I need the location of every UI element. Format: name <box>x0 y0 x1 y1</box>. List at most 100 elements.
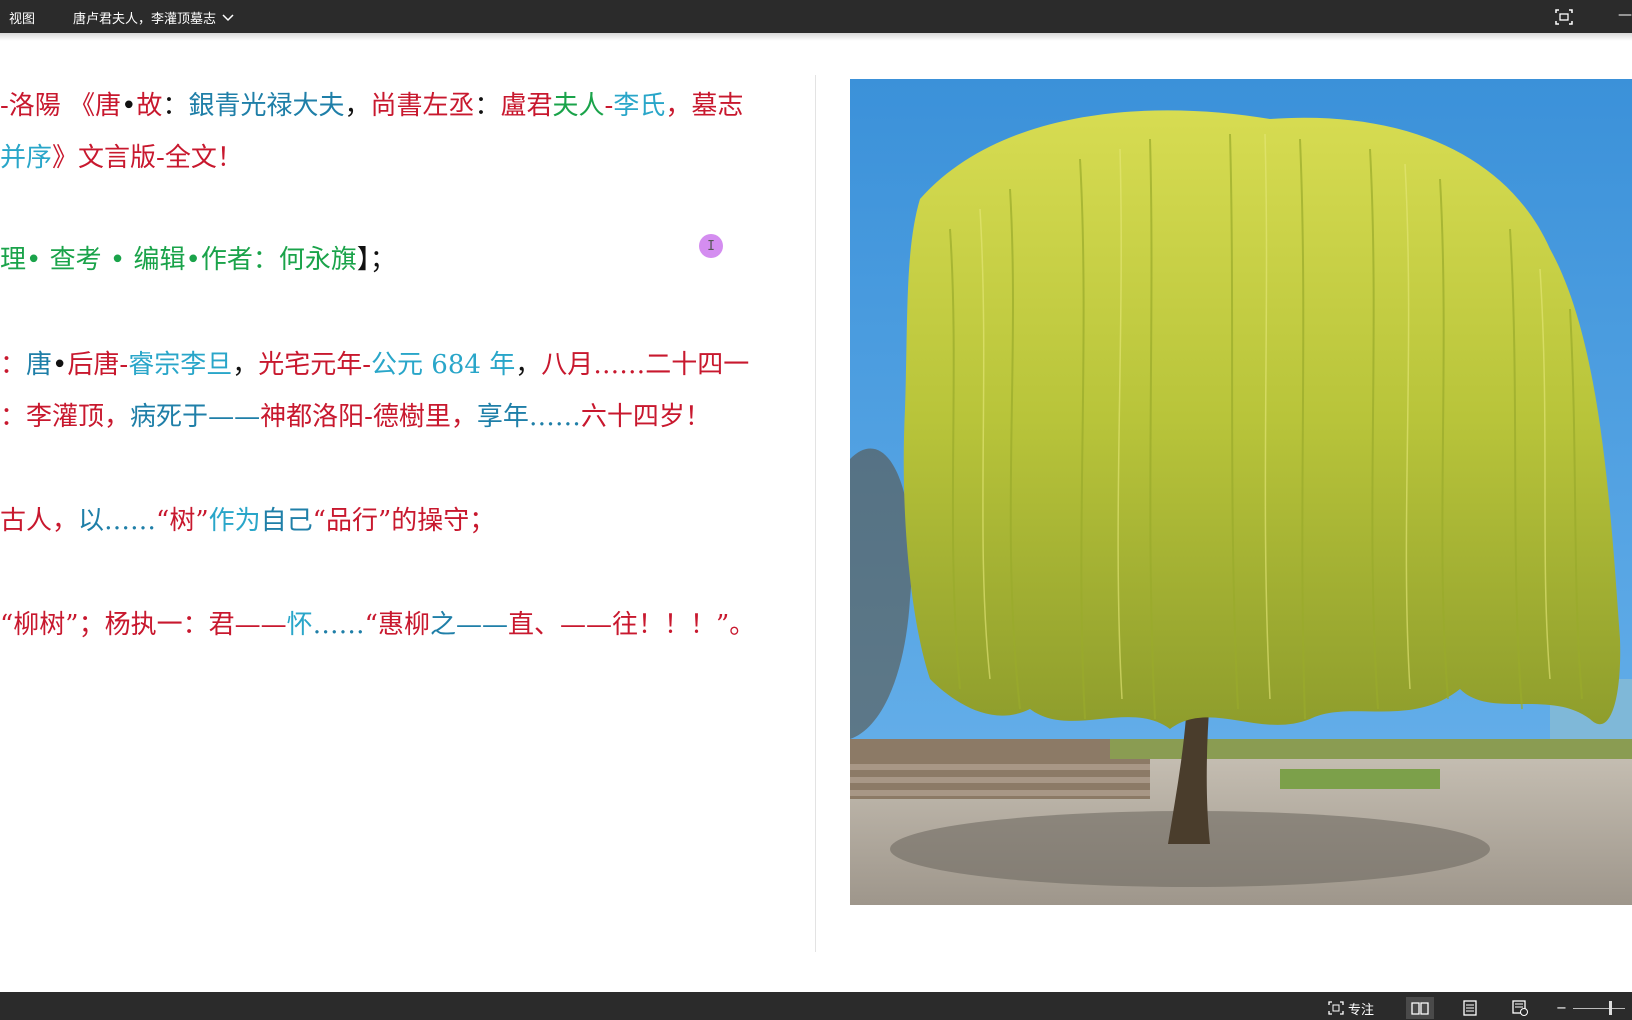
text-run: - <box>364 402 373 432</box>
text-run: “惠柳 <box>364 610 430 640</box>
text-run: ， <box>344 91 371 121</box>
text-run: ， <box>232 350 259 380</box>
web-layout-icon <box>1512 1000 1529 1016</box>
book-icon <box>1411 1002 1429 1015</box>
text-run: -全文 <box>156 143 217 173</box>
title-bar: 视图 唐卢君夫人，李灌顶墓志 — <box>0 0 1632 33</box>
text-run: 德樹里 <box>372 402 451 432</box>
text-line: ：唐•后唐-睿宗李旦，光宅元年-公元 684 年，八月……二十四一 <box>0 344 749 381</box>
text-run: 的操守； <box>391 506 496 536</box>
text-run: 怀 <box>286 610 313 640</box>
text-run: 之 <box>429 610 456 640</box>
text-run: 睿宗李旦 <box>128 350 233 380</box>
text-run: 作者：何永旗 <box>200 245 357 275</box>
text-run: 自己 <box>260 506 313 536</box>
text-run: -洛陽 <box>0 91 70 121</box>
mouse-cursor-highlight: I <box>699 234 723 258</box>
text-run: 后唐 <box>67 350 120 380</box>
text-run: • <box>121 91 137 121</box>
text-run: ， <box>52 506 79 536</box>
chevron-down-icon <box>222 13 234 21</box>
text-run: …… <box>312 610 365 640</box>
toolbar-shadow <box>0 33 1632 41</box>
text-line: 并序》文言版-全文！ <box>0 137 243 174</box>
text-run: 】； <box>356 245 396 275</box>
text-run: ， <box>104 402 131 432</box>
minimize-button[interactable]: — <box>1618 7 1632 23</box>
text-run: 并序 <box>0 143 53 173</box>
zoom-out-icon[interactable]: − <box>1556 1001 1567 1016</box>
zoom-slider[interactable]: − <box>1556 1000 1625 1016</box>
text-run: - <box>362 350 372 380</box>
text-run: “品行” <box>312 506 392 536</box>
text-run: 八月……二十四一 <box>541 350 750 380</box>
text-run: 享年 <box>476 402 529 432</box>
text-run: 公元 <box>371 350 432 380</box>
text-run: ： <box>182 610 209 640</box>
focus-mode-button[interactable]: 专注 <box>1328 999 1384 1018</box>
text-run: —— <box>455 610 508 640</box>
text-run: • <box>185 245 201 275</box>
document-title-dropdown[interactable]: 唐卢君夫人，李灌顶墓志 <box>73 8 234 27</box>
text-run: 》文言版 <box>52 143 157 173</box>
text-run: 编辑 <box>133 245 186 275</box>
text-cursor-icon: I <box>707 238 715 254</box>
text-run: ， <box>515 350 542 380</box>
text-run: • <box>52 350 68 380</box>
text-run: 李氏 <box>613 91 666 121</box>
text-run: ！ <box>216 143 243 173</box>
zoom-track[interactable] <box>1572 1000 1625 1015</box>
text-run: • <box>26 245 50 275</box>
text-run: 六十四岁！ <box>580 402 711 432</box>
zoom-thumb[interactable] <box>1608 1000 1612 1015</box>
document-page[interactable]: -洛陽 《唐•故：銀青光禄大夫，尚書左丞：盧君夫人-李氏，墓志 并序》文言版-全… <box>0 41 816 953</box>
text-run: 銀青光禄大夫 <box>188 91 345 121</box>
text-run: ： <box>0 402 27 432</box>
text-run: 故 <box>136 91 163 121</box>
text-run: 查考 <box>49 245 102 275</box>
text-run: 神都洛阳 <box>260 402 365 432</box>
text-run: - <box>119 350 129 380</box>
text-run: • <box>101 245 134 275</box>
text-run: ： <box>474 91 501 121</box>
status-controls: 专注 − <box>1328 997 1625 1019</box>
text-run: 以…… <box>78 506 157 536</box>
text-run: 盧君 <box>500 91 553 121</box>
focus-label: 专注 <box>1348 1002 1375 1018</box>
text-run: —— <box>208 402 261 432</box>
willow-tree-image <box>850 79 1632 905</box>
text-run: 光宅元年 <box>258 350 363 380</box>
text-run: “树” <box>156 506 209 536</box>
text-run: “柳树” <box>0 610 79 640</box>
focus-icon <box>1328 1001 1344 1015</box>
read-mode-button[interactable] <box>1406 997 1435 1019</box>
text-run: 杨执一 <box>104 610 183 640</box>
text-run: 年 <box>480 350 516 380</box>
text-run: ： <box>162 91 189 121</box>
text-run: 古人 <box>0 506 53 536</box>
text-run: 直、——往！！！”。 <box>507 610 756 640</box>
text-line: 古人，以……“树”作为自己“品行”的操守； <box>0 500 495 537</box>
text-run: ； <box>78 610 105 640</box>
text-run: 君—— <box>208 610 287 640</box>
status-bar: 专注 − <box>0 992 1632 1020</box>
text-line: -洛陽 《唐•故：銀青光禄大夫，尚書左丞：盧君夫人-李氏，墓志 <box>0 85 743 122</box>
text-run: 夫人 <box>552 91 605 121</box>
fit-screen-icon[interactable] <box>1554 8 1574 26</box>
view-menu[interactable]: 视图 <box>9 8 35 27</box>
text-run: 尚書左丞 <box>370 91 475 121</box>
text-run: 李灌顶 <box>26 402 105 432</box>
text-run: ， <box>450 402 477 432</box>
text-run: ： <box>0 350 27 380</box>
text-run: 684 <box>431 350 481 380</box>
document-title: 唐卢君夫人，李灌顶墓志 <box>73 12 217 27</box>
text-run: …… <box>528 402 581 432</box>
page-icon <box>1463 1000 1477 1016</box>
text-line: 理• 查考 • 编辑•作者：何永旗】； <box>0 239 396 276</box>
text-run: 作为 <box>208 506 261 536</box>
text-run: 病死于 <box>130 402 209 432</box>
text-run: 理 <box>0 245 27 275</box>
print-layout-button[interactable] <box>1456 997 1484 1019</box>
text-run: ，墓志 <box>665 91 744 121</box>
web-layout-button[interactable] <box>1506 997 1534 1019</box>
